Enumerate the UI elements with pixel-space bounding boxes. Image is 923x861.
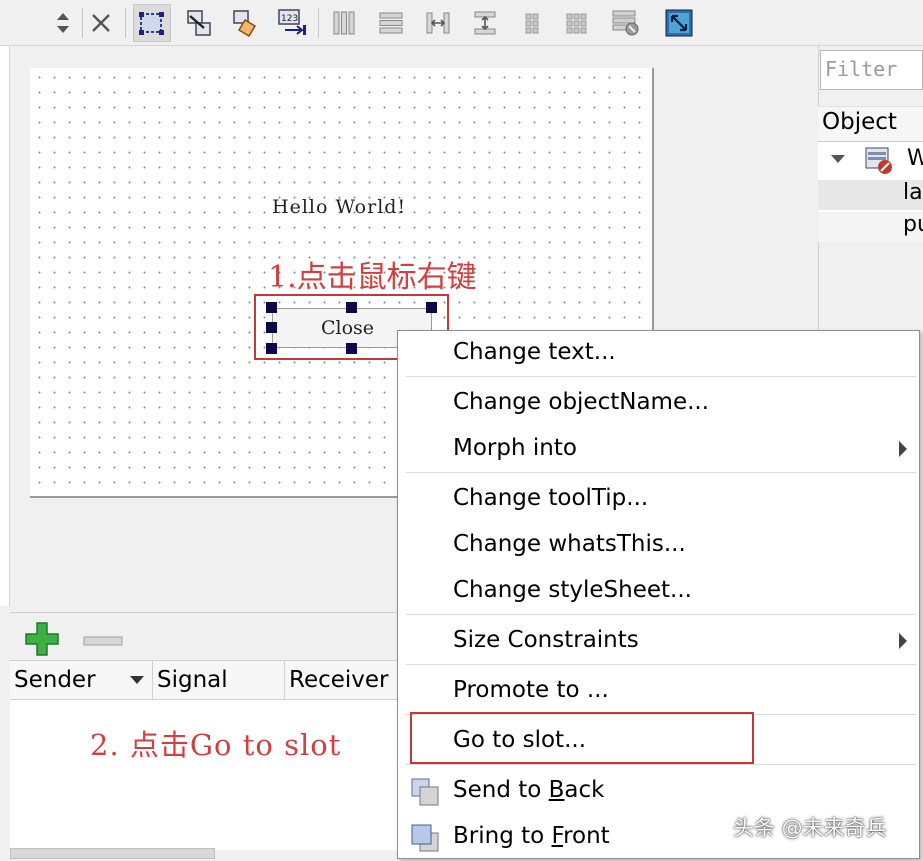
object-column-header[interactable]: Object <box>818 106 923 142</box>
accelerator-key: B <box>548 777 565 803</box>
menu-item-label: Change styleSheet... <box>453 577 692 603</box>
menu-item-change-text[interactable]: Change text... <box>398 331 919 377</box>
menu-item-send-to-back[interactable]: Send to Back <box>398 769 919 815</box>
tree-row-pushbutton[interactable]: pu <box>818 212 923 242</box>
bring-to-front-icon <box>410 823 440 853</box>
close-x-icon[interactable] <box>82 4 120 42</box>
menu-item-change-tooltip[interactable]: Change toolTip... <box>398 477 919 523</box>
context-menu: Change text... Change objectName... Morp… <box>397 330 920 859</box>
layout-h-splitter-icon[interactable] <box>419 4 457 42</box>
menu-item-label: Change whatsThis... <box>453 531 686 557</box>
filter-input[interactable]: Filter <box>820 50 923 90</box>
column-label: Signal <box>157 667 228 693</box>
expand-arrow-icon[interactable] <box>831 155 845 163</box>
menu-item-label: Change toolTip... <box>453 485 649 511</box>
tree-row-label: pu <box>903 212 923 237</box>
menu-item-promote-to[interactable]: Promote to ... <box>398 669 919 715</box>
layout-form-icon[interactable] <box>513 4 551 42</box>
column-receiver[interactable]: Receiver <box>285 661 400 701</box>
watermark-text: 头条 @未来奇兵 <box>733 816 887 840</box>
widget-icon <box>864 146 894 174</box>
plus-icon[interactable] <box>24 621 60 661</box>
dropdown-arrow-icon[interactable] <box>130 676 144 684</box>
layout-horizontal-icon[interactable] <box>325 4 363 42</box>
menu-item-label: Change text... <box>453 339 616 365</box>
left-dock-edge <box>0 46 10 606</box>
menu-separator <box>406 472 916 473</box>
column-signal[interactable]: Signal <box>153 661 285 701</box>
break-layout-icon[interactable] <box>607 4 645 42</box>
minus-icon[interactable] <box>83 632 123 651</box>
column-label: Sender <box>14 667 96 693</box>
menu-item-morph-into[interactable]: Morph into <box>398 427 919 473</box>
hello-label[interactable]: Hello World! <box>272 196 406 218</box>
send-to-back-icon <box>410 777 440 807</box>
annotation-step1: 1.点击鼠标右键 <box>268 260 477 295</box>
submenu-arrow-icon <box>899 441 907 457</box>
menu-separator <box>406 376 916 377</box>
menu-item-change-whatsthis[interactable]: Change whatsThis... <box>398 523 919 569</box>
edit-signals-slots-icon[interactable] <box>180 4 218 42</box>
edit-tab-order-icon[interactable]: 123 <box>274 4 312 42</box>
tree-row-label-widget[interactable]: la <box>818 180 923 210</box>
object-tree: W la pu <box>818 142 923 242</box>
layout-grid-icon[interactable] <box>560 4 598 42</box>
accelerator-key: F <box>551 823 564 849</box>
signal-slot-header: Sender Signal Receiver <box>10 660 400 701</box>
menu-item-label: Bring to <box>453 823 552 849</box>
layout-v-splitter-icon[interactable] <box>466 4 504 42</box>
menu-item-change-stylesheet[interactable]: Change styleSheet... <box>398 569 919 615</box>
menu-item-change-objectname[interactable]: Change objectName... <box>398 381 919 427</box>
column-sender[interactable]: Sender <box>10 661 153 701</box>
submenu-arrow-icon <box>899 633 907 649</box>
menu-item-label: ront <box>563 823 610 849</box>
signal-slot-toolbar <box>10 612 400 660</box>
column-label: Receiver <box>289 667 389 693</box>
tree-row-widget[interactable]: W <box>818 144 923 174</box>
menu-item-size-constraints[interactable]: Size Constraints <box>398 619 919 665</box>
up-down-arrows-icon[interactable] <box>44 4 82 42</box>
menu-item-label: Promote to ... <box>453 677 609 703</box>
adjust-size-icon[interactable] <box>660 4 698 42</box>
highlight-box-go-to-slot <box>410 712 754 764</box>
menu-separator <box>406 764 916 765</box>
annotation-step2: 2. 点击Go to slot <box>90 728 342 762</box>
menu-item-label: Send to <box>453 777 549 803</box>
tree-row-label: la <box>903 180 923 205</box>
menu-separator <box>406 664 916 665</box>
edit-buddies-icon[interactable] <box>227 4 265 42</box>
edit-widgets-icon[interactable] <box>133 4 171 42</box>
menu-item-label: Morph into <box>453 435 577 461</box>
layout-vertical-icon[interactable] <box>372 4 410 42</box>
svg-text:123: 123 <box>281 14 298 24</box>
menu-item-label: Change objectName... <box>453 389 710 415</box>
designer-toolbar: 123 <box>0 0 923 46</box>
tree-row-label: W <box>907 146 923 171</box>
horizontal-scrollbar[interactable] <box>10 848 215 859</box>
menu-item-label: ack <box>564 777 605 803</box>
menu-separator <box>406 614 916 615</box>
menu-item-label: Size Constraints <box>453 627 639 653</box>
